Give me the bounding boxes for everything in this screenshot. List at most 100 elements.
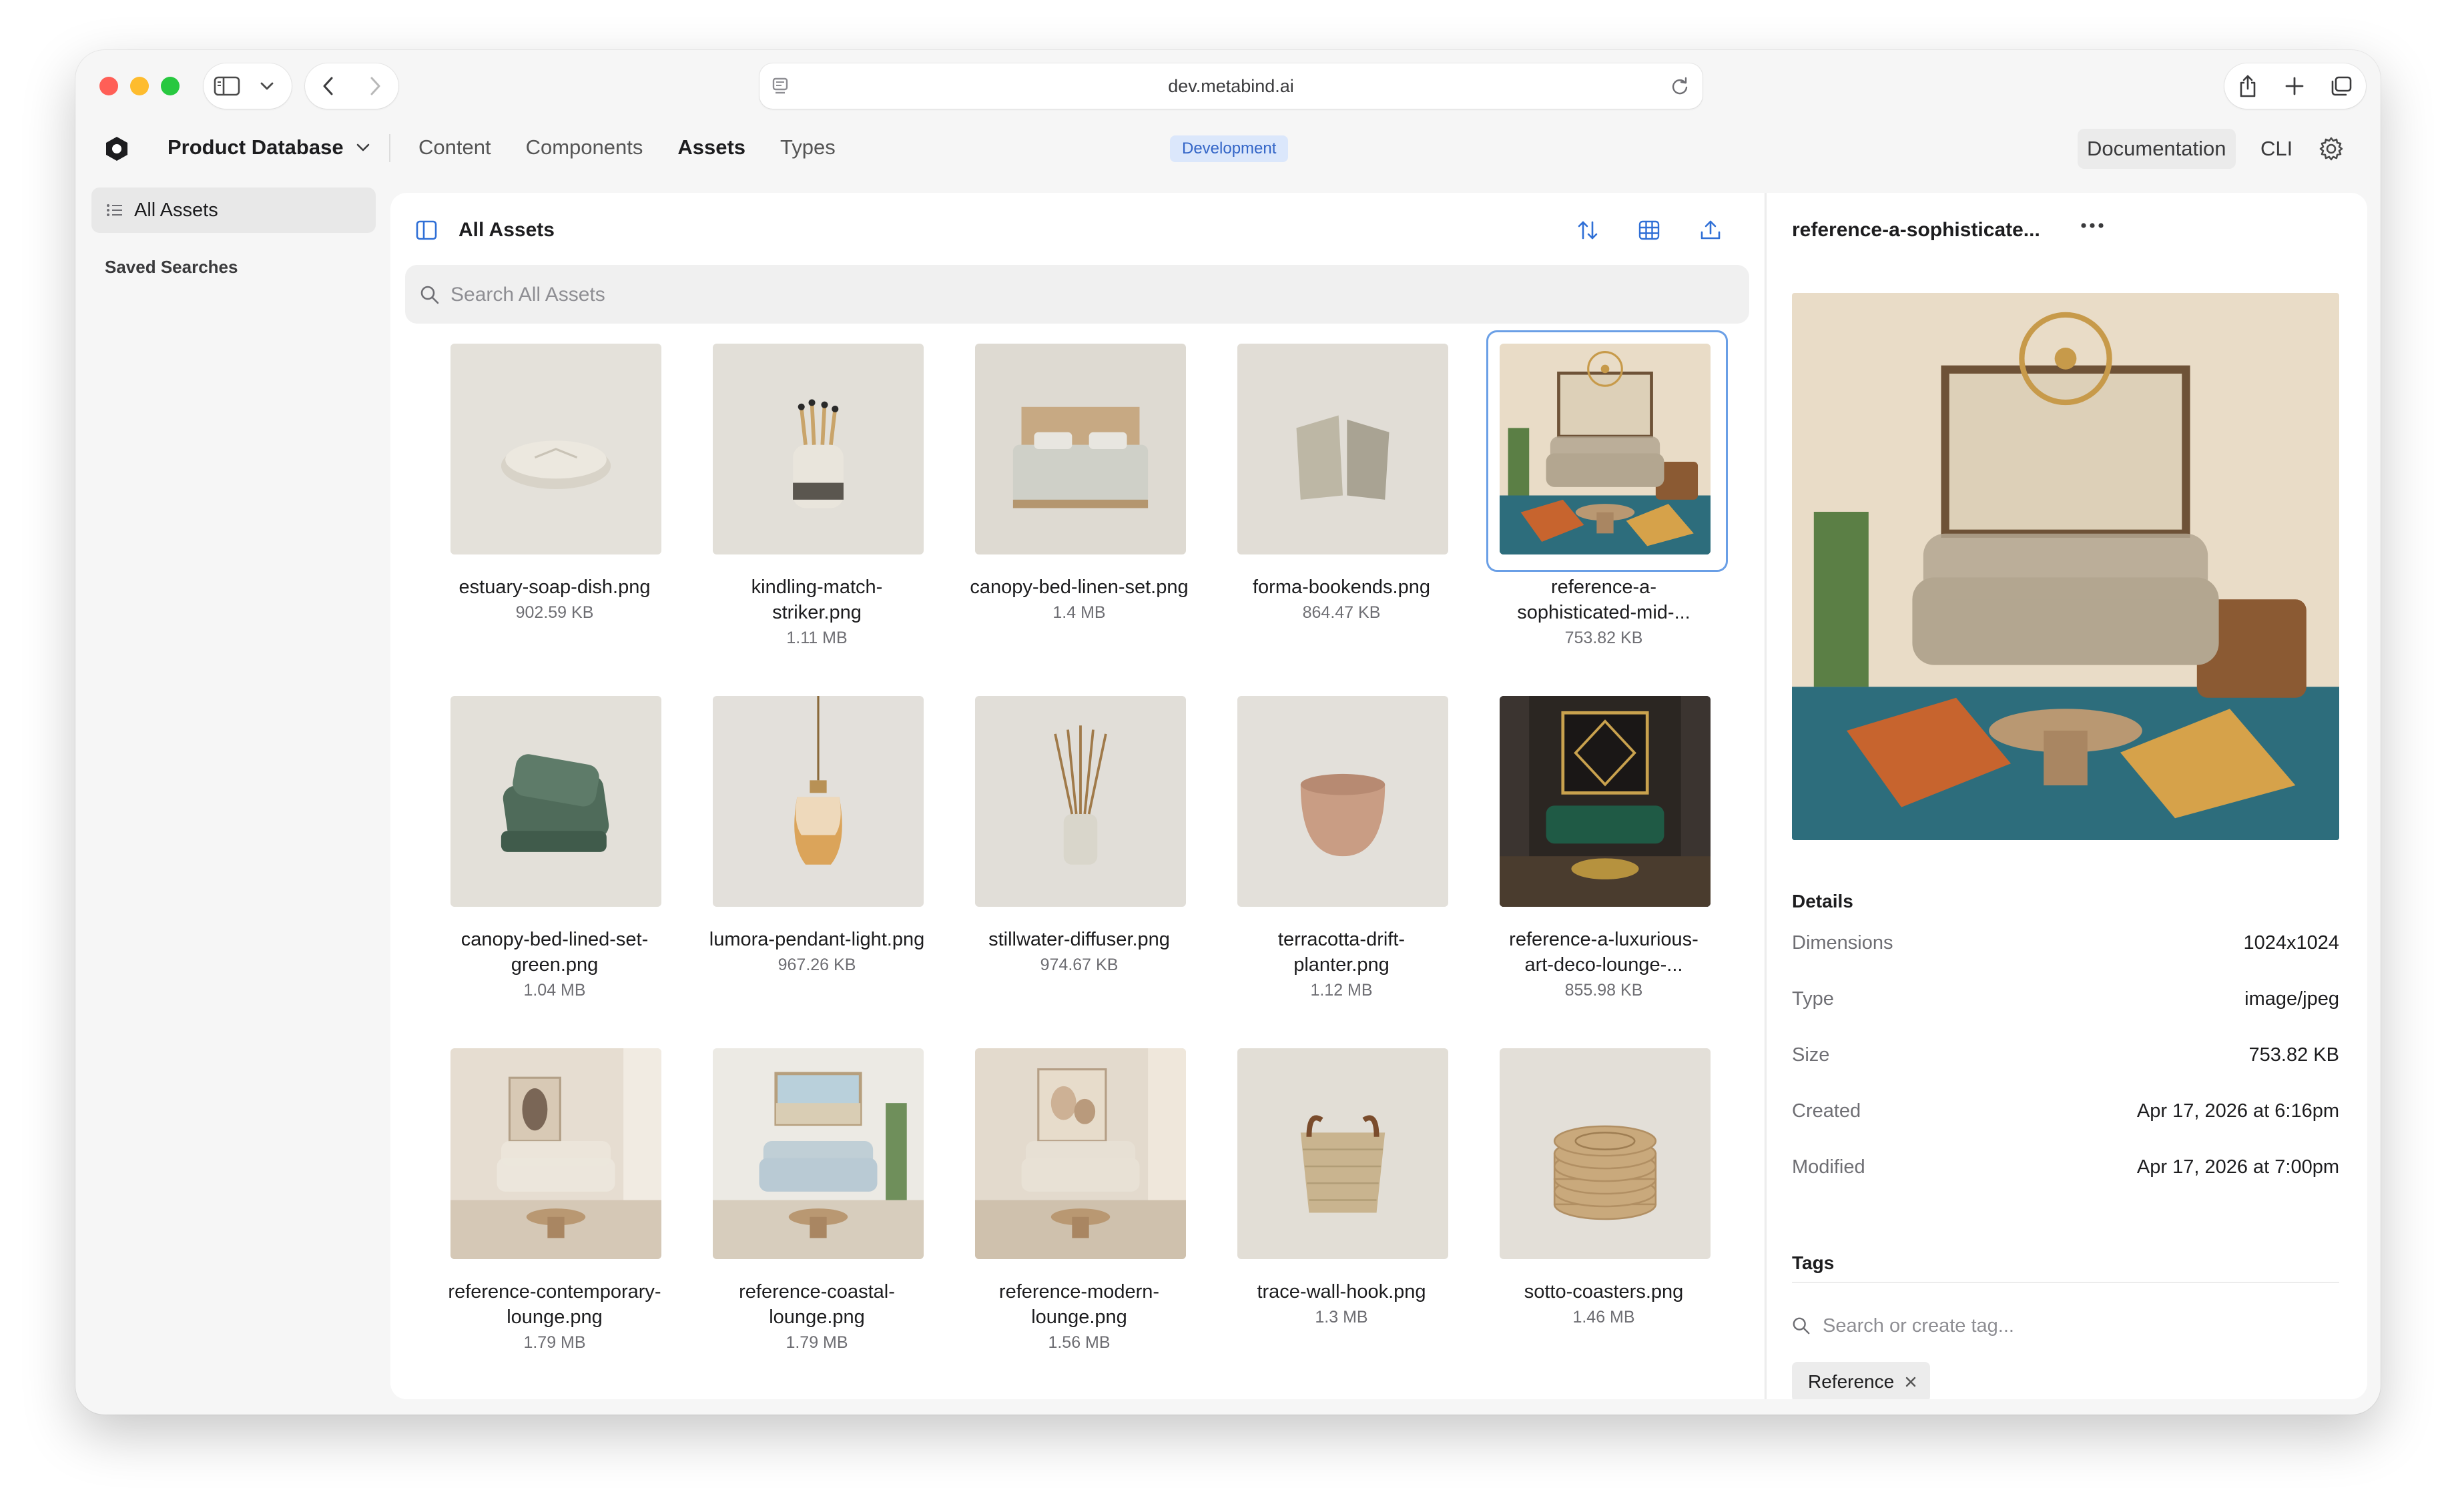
nav-components[interactable]: Components bbox=[526, 135, 643, 159]
asset-search bbox=[405, 265, 1749, 325]
asset-thumbnail[interactable] bbox=[450, 1048, 661, 1259]
sidebar-item-all-assets[interactable]: All Assets bbox=[91, 187, 376, 233]
asset-size: 855.98 KB bbox=[1564, 981, 1643, 1000]
asset-caption: reference-modern-lounge.png 1.56 MB bbox=[948, 1279, 1210, 1355]
asset-thumbnail[interactable] bbox=[1237, 696, 1448, 907]
tag-chip[interactable]: Reference bbox=[1792, 1362, 1931, 1399]
asset-name: canopy-bed-lined-set- bbox=[460, 929, 649, 950]
nav-content[interactable]: Content bbox=[418, 135, 491, 159]
detail-row: Size 753.82 KB bbox=[1792, 1042, 2339, 1068]
asset-thumbnail[interactable] bbox=[713, 696, 924, 907]
asset-thumbnail[interactable] bbox=[1500, 1048, 1711, 1259]
asset-thumbnail-image bbox=[450, 344, 661, 554]
asset-caption: stillwater-diffuser.png 974.67 KB bbox=[948, 927, 1210, 978]
details-heading: Details bbox=[1792, 891, 1853, 911]
history-navigation bbox=[305, 63, 398, 109]
sidebar-item-label: All Assets bbox=[134, 199, 218, 221]
panel-icon[interactable] bbox=[416, 220, 437, 241]
asset-name: lumora-pendant-light.png bbox=[709, 929, 925, 950]
cli-button[interactable]: CLI bbox=[2260, 129, 2292, 169]
asset-size: 1.3 MB bbox=[1315, 1308, 1368, 1327]
chevron-down-icon bbox=[260, 82, 274, 90]
asset-thumbnail[interactable] bbox=[975, 696, 1186, 907]
asset-size: 967.26 KB bbox=[778, 956, 856, 974]
asset-thumbnail[interactable] bbox=[1237, 1048, 1448, 1259]
sidebar-toggle-button[interactable] bbox=[204, 63, 250, 109]
asset-thumbnail[interactable] bbox=[1500, 344, 1711, 554]
back-icon bbox=[323, 77, 333, 95]
reload-icon[interactable] bbox=[1670, 77, 1689, 95]
tabs-icon bbox=[2331, 76, 2352, 96]
documentation-button[interactable]: Documentation bbox=[2078, 129, 2236, 169]
forward-icon bbox=[370, 77, 380, 95]
sidebar-menu-button[interactable] bbox=[250, 63, 284, 109]
asset-name: trace-wall-hook.png bbox=[1257, 1281, 1426, 1302]
asset-size: 1.46 MB bbox=[1572, 1308, 1635, 1327]
search-icon bbox=[420, 286, 439, 304]
asset-name: striker.png bbox=[772, 602, 862, 623]
window-zoom-button[interactable] bbox=[161, 77, 180, 95]
asset-thumbnail[interactable] bbox=[975, 344, 1186, 554]
nav-assets[interactable]: Assets bbox=[677, 135, 745, 159]
address-bar[interactable]: dev.metabind.ai bbox=[759, 63, 1703, 109]
tag-search-input[interactable] bbox=[1821, 1308, 2331, 1343]
asset-thumbnail[interactable] bbox=[1500, 696, 1711, 907]
asset-name: stillwater-diffuser.png bbox=[988, 929, 1170, 950]
nav-types[interactable]: Types bbox=[780, 135, 836, 159]
sidebar-toggle-icon bbox=[214, 76, 240, 96]
detail-value: Apr 17, 2026 at 7:00pm bbox=[2136, 1156, 2339, 1178]
sort-button[interactable] bbox=[1572, 214, 1604, 246]
detail-key: Size bbox=[1792, 1044, 1830, 1066]
asset-caption: lumora-pendant-light.png 967.26 KB bbox=[686, 927, 948, 978]
asset-thumbnail[interactable] bbox=[713, 344, 924, 554]
database-switcher[interactable]: Product Database bbox=[168, 133, 370, 162]
tag-chip-label: Reference bbox=[1808, 1371, 1895, 1392]
gear-icon[interactable] bbox=[2318, 135, 2345, 162]
asset-name: reference-contemporary- bbox=[448, 1281, 661, 1302]
asset-name: lounge.png bbox=[507, 1306, 603, 1328]
assets-panel: All Assets Search All Assets estuary-soa… bbox=[390, 193, 1764, 1399]
asset-detail-panel: reference-a-sophisticate... Details Dime… bbox=[1765, 193, 2367, 1399]
asset-thumbnail-image bbox=[975, 696, 1186, 907]
tag-search bbox=[1792, 1308, 2339, 1343]
tab-overview-button[interactable] bbox=[2318, 63, 2365, 109]
asset-thumbnail-image bbox=[450, 1048, 661, 1259]
asset-name: sotto-coasters.png bbox=[1524, 1281, 1684, 1302]
back-button[interactable] bbox=[305, 63, 352, 109]
asset-thumbnail[interactable] bbox=[450, 344, 661, 554]
window-close-button[interactable] bbox=[99, 77, 118, 95]
close-icon[interactable] bbox=[1905, 1376, 1917, 1388]
asset-caption: reference-a-luxurious-art-deco-lounge-..… bbox=[1473, 927, 1735, 1003]
asset-size: 1.79 MB bbox=[786, 1333, 848, 1352]
asset-thumbnail-image bbox=[1792, 293, 2339, 840]
asset-name: terracotta-drift- bbox=[1277, 929, 1406, 950]
grid-view-button[interactable] bbox=[1633, 214, 1665, 246]
environment-badge: Development bbox=[1170, 135, 1289, 162]
detail-row: Created Apr 17, 2026 at 6:16pm bbox=[1792, 1098, 2339, 1124]
asset-thumbnail-image bbox=[1237, 344, 1448, 554]
search-icon bbox=[1793, 1317, 1810, 1335]
share-button[interactable] bbox=[2224, 63, 2271, 109]
asset-search-input[interactable] bbox=[449, 265, 1720, 325]
asset-name: reference-modern- bbox=[998, 1281, 1160, 1302]
asset-thumbnail[interactable] bbox=[450, 696, 661, 907]
url-text: dev.metabind.ai bbox=[1168, 76, 1294, 96]
asset-thumbnail[interactable] bbox=[975, 1048, 1186, 1259]
asset-name: canopy-bed-linen-set.png bbox=[970, 577, 1189, 598]
upload-button[interactable] bbox=[1695, 214, 1727, 246]
asset-name: lounge.png bbox=[1031, 1306, 1127, 1328]
asset-size: 1.4 MB bbox=[1052, 603, 1106, 622]
detail-row: Modified Apr 17, 2026 at 7:00pm bbox=[1792, 1154, 2339, 1180]
detail-value: image/jpeg bbox=[2244, 988, 2339, 1010]
new-tab-button[interactable] bbox=[2271, 63, 2318, 109]
asset-thumbnail[interactable] bbox=[1237, 344, 1448, 554]
asset-thumbnail-image bbox=[1237, 696, 1448, 907]
asset-detail-title: reference-a-sophisticate... bbox=[1792, 219, 2040, 241]
more-icon[interactable] bbox=[2080, 222, 2104, 229]
window-minimize-button[interactable] bbox=[130, 77, 149, 95]
detail-key: Type bbox=[1792, 988, 1834, 1010]
asset-thumbnail[interactable] bbox=[713, 1048, 924, 1259]
forward-button[interactable] bbox=[352, 63, 398, 109]
saved-searches-heading: Saved Searches bbox=[105, 257, 238, 277]
assets-title: All Assets bbox=[458, 219, 555, 241]
